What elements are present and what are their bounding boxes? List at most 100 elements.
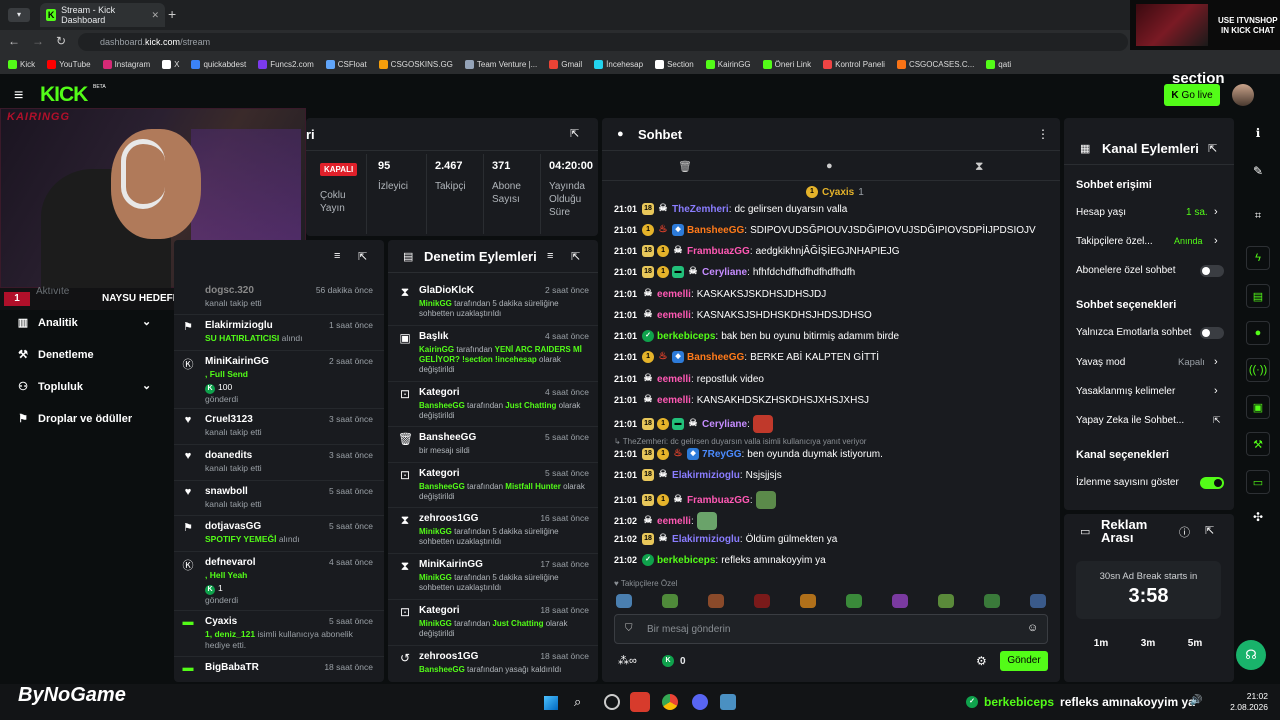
banned-words-label[interactable]: Yasaklanmış kelimeler bbox=[1076, 386, 1226, 397]
list-item[interactable]: ♥ Cruel3123 kanalı takip etti 3 saat önce bbox=[174, 408, 384, 438]
volume-icon[interactable]: 🔊 bbox=[1190, 695, 1202, 706]
subs-only-toggle[interactable] bbox=[1200, 265, 1224, 277]
discord-icon[interactable] bbox=[692, 694, 708, 710]
chat-username[interactable]: TheZemheri bbox=[672, 204, 729, 215]
chevron-right-icon[interactable]: › bbox=[1214, 385, 1218, 397]
followers-only-value[interactable]: Anında bbox=[1174, 236, 1203, 246]
filter-icon[interactable]: ≡ bbox=[547, 250, 553, 262]
popout-icon[interactable]: ⇱ bbox=[571, 250, 580, 263]
filter-icon[interactable]: ≡ bbox=[334, 250, 340, 262]
chat-username[interactable]: eemelli bbox=[657, 289, 691, 300]
moderation-actor[interactable]: KairinGG bbox=[419, 345, 454, 354]
moderation-actor[interactable]: MinikGG bbox=[419, 619, 452, 628]
chat-username[interactable]: eemelli bbox=[657, 374, 691, 385]
broadcast-icon[interactable]: ((·)) bbox=[1246, 358, 1270, 382]
list-item[interactable]: dogsc.320 kanalı takip etti 56 dakika önce bbox=[181, 285, 377, 309]
send-button[interactable]: Gönder bbox=[1000, 651, 1048, 671]
bookmark-item[interactable]: CSGOSKINS.GG bbox=[378, 59, 453, 69]
chevron-down-icon[interactable]: ⌄ bbox=[142, 379, 151, 392]
list-item[interactable]: ↺ zehroos1GG BansheeGG tarafından yasağı k… bbox=[388, 645, 598, 675]
emote-icon[interactable] bbox=[752, 415, 773, 433]
url-field[interactable]: dashboard.kick.com/stream bbox=[78, 33, 1128, 51]
go-live-button[interactable]: K Go live bbox=[1164, 84, 1220, 106]
chevron-right-icon[interactable]: › bbox=[1214, 235, 1218, 247]
pencil-icon[interactable]: ✎ bbox=[1246, 164, 1270, 184]
wrench-icon[interactable]: ⚒ bbox=[1246, 432, 1270, 456]
ad-duration-option[interactable]: 1m bbox=[1086, 638, 1116, 649]
clock[interactable]: 21:02 2.08.2026 bbox=[1228, 691, 1268, 713]
list-item[interactable]: Ⓚ MiniKairinGG, Full Send K 100 gönderdi 2 sa… bbox=[174, 350, 384, 405]
chat-message[interactable]: 21:01 18 1 ▬ ☠ Ceryliane: hfhfdchdfhdfhdfhdfhd… bbox=[614, 266, 1054, 278]
bookmark-item[interactable]: Kontrol Paneli bbox=[823, 59, 885, 69]
bookmark-item[interactable]: CSFloat bbox=[325, 59, 367, 69]
sidebar-item-activity-partial[interactable]: Aktıvıte bbox=[36, 286, 69, 297]
list-item[interactable]: ♥ doanedits kanalı takip etti 3 saat önce bbox=[174, 444, 384, 474]
forward-icon[interactable]: → bbox=[32, 34, 44, 48]
emote-icon[interactable] bbox=[754, 594, 770, 608]
chat-username[interactable]: BansheeGG bbox=[687, 225, 744, 236]
list-item[interactable]: ▬ Cyaxis 1, deniz_121 isimli kullanıcıya a… bbox=[174, 610, 384, 651]
chat-message[interactable]: 21:02 ✓ berkebiceps: refleks amınakoyyim ya bbox=[614, 554, 1054, 566]
slow-mode-value[interactable]: Kapalı bbox=[1178, 357, 1205, 368]
chat-message[interactable]: 21:01 1 ♨ ◆ BansheeGG: BERKE ABİ KALPTEN GİTT… bbox=[614, 351, 1054, 363]
ad-duration-option[interactable]: 3m bbox=[1133, 638, 1163, 649]
bookmark-item[interactable]: X bbox=[162, 59, 179, 69]
pinned-username[interactable]: Cyaxis bbox=[822, 187, 854, 198]
emote-icon[interactable] bbox=[984, 594, 1000, 608]
chat-username[interactable]: 7ReyGG bbox=[702, 449, 741, 460]
sidebar-item-1[interactable]: ⚒ Denetleme bbox=[16, 348, 94, 362]
emoji-icon[interactable]: ☺ bbox=[1027, 622, 1038, 634]
chat-username[interactable]: berkebiceps bbox=[657, 555, 715, 566]
emote-icon[interactable] bbox=[800, 594, 816, 608]
emote-icon[interactable] bbox=[662, 594, 678, 608]
support-icon[interactable]: ☊ bbox=[1236, 640, 1266, 670]
chat-input[interactable]: ⛉ Bir mesaj gönderin ☺ bbox=[614, 614, 1048, 644]
bookmark-item[interactable]: Öneri Link bbox=[762, 59, 811, 69]
chevron-right-icon[interactable]: › bbox=[1214, 356, 1218, 368]
steam-icon[interactable] bbox=[604, 694, 620, 710]
popout-icon[interactable]: ⇱ bbox=[358, 250, 367, 263]
bookmark-item[interactable]: KairinGG bbox=[705, 59, 751, 69]
chat-username[interactable]: Ceryliane bbox=[702, 267, 747, 278]
chat-username[interactable]: eemelli bbox=[657, 310, 691, 321]
popout-icon[interactable]: ⇱ bbox=[1208, 142, 1217, 155]
bookmark-item[interactable]: Gmail bbox=[549, 59, 582, 69]
chat-username[interactable]: FrambuazGG bbox=[687, 246, 750, 257]
show-viewers-toggle[interactable] bbox=[1200, 477, 1224, 489]
list-item[interactable]: ⊡ Kategori BansheeGG tarafından Just Chatt… bbox=[388, 381, 598, 421]
avatar[interactable] bbox=[1232, 84, 1254, 106]
chat-username[interactable]: Ceryliane bbox=[702, 419, 747, 430]
chat-message[interactable]: 21:01 ☠ eemelli: repostluk video bbox=[614, 373, 1054, 385]
chat-username[interactable]: Elakirmizioglu bbox=[672, 534, 740, 545]
chat-message[interactable]: 21:01 ☠ eemelli: KASKAKSJSKDHSJDHSJDJ bbox=[614, 288, 1054, 300]
info-icon[interactable]: ⓘ bbox=[1179, 524, 1190, 540]
kick-logo[interactable]: KICK bbox=[40, 83, 88, 107]
emote-icon[interactable] bbox=[892, 594, 908, 608]
hourglass-icon[interactable]: ⧗ bbox=[975, 159, 983, 174]
bookmark-item[interactable]: quickabdest bbox=[191, 59, 246, 69]
bookmark-item[interactable]: İncehesap bbox=[594, 59, 643, 69]
list-item[interactable]: ⧗ MiniKairinGG MinikGG tarafından 5 dakika… bbox=[388, 553, 598, 593]
chat-message[interactable]: 21:01 18 ☠ Elakirmizioglu: Nsjsjjsjs bbox=[614, 469, 1054, 481]
windows-start-icon[interactable] bbox=[544, 696, 558, 710]
chat-username[interactable]: eemelli bbox=[657, 395, 691, 406]
emote-icon[interactable] bbox=[696, 512, 717, 530]
chat-message[interactable]: 21:01 ☠ eemelli: KANSAKHDSKZHSKDHSJXHSJXHSJ bbox=[614, 394, 1054, 406]
chat-username[interactable]: FrambuazGG bbox=[687, 495, 750, 506]
sidebar-item-2[interactable]: ⚇ Topluluk ⌄ bbox=[16, 380, 151, 393]
chevron-down-icon[interactable]: ⌄ bbox=[142, 315, 151, 328]
chat-bubble-icon[interactable]: ● bbox=[1246, 321, 1270, 345]
browser-menu-icon[interactable]: ▾ bbox=[8, 8, 30, 22]
chat-message[interactable]: 21:01 18 1 ▬ ☠ Ceryliane: bbox=[614, 415, 1054, 433]
list-item[interactable]: 🗑 BansheeGG bir mesajı sildi 5 saat önce bbox=[388, 426, 598, 456]
ad-duration-option[interactable]: 5m bbox=[1180, 638, 1210, 649]
bookmark-item[interactable]: Kick bbox=[8, 59, 35, 69]
reload-icon[interactable]: ↻ bbox=[56, 34, 66, 48]
account-age-value[interactable]: 1 sa. bbox=[1186, 207, 1208, 218]
list-item[interactable]: ▬ BigBabaTR 18 saat önce bbox=[174, 656, 384, 675]
moderation-actor[interactable]: MinikGG bbox=[419, 299, 452, 308]
ai-chat-label[interactable]: Yapay Zeka ile Sohbet... bbox=[1076, 415, 1226, 426]
chevron-right-icon[interactable]: › bbox=[1214, 206, 1218, 218]
list-item[interactable]: ⧗ GlaDioKlcK MinikGG tarafından 5 dakika s… bbox=[395, 285, 591, 319]
followers-only-label[interactable]: Takipçilere özel... bbox=[1076, 236, 1226, 247]
